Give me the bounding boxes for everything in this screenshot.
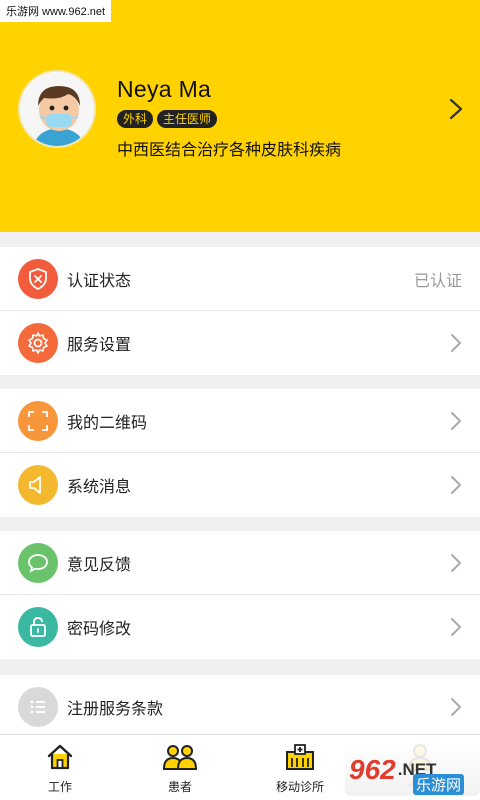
chevron-right-icon — [451, 698, 461, 716]
menu-item-label: 认证状态 — [67, 270, 132, 290]
doctor-name: Neya Ma — [117, 76, 212, 102]
menu-group-1: 认证状态 已认证 服务设置 — [0, 247, 480, 375]
gear-icon — [18, 323, 58, 363]
scan-frame-icon — [18, 401, 58, 441]
tab-label: 移动诊所 — [275, 780, 324, 794]
watermark-top: 乐游网 www.962.net — [0, 0, 112, 22]
menu-item-qrcode[interactable]: 我的二维码 — [0, 389, 480, 453]
watermark-site-name: 乐游网 — [413, 774, 465, 795]
menu-item-system-messages[interactable]: 系统消息 — [0, 453, 480, 517]
chevron-right-icon — [451, 554, 461, 572]
watermark-number: 962 — [349, 754, 396, 785]
tab-label: 患者 — [167, 780, 192, 794]
menu-item-feedback[interactable]: 意见反馈 — [0, 531, 480, 595]
menu-item-label: 服务设置 — [67, 335, 132, 354]
menu-group-2: 我的二维码 系统消息 — [0, 389, 480, 517]
menu-item-service-settings[interactable]: 服务设置 — [0, 311, 480, 375]
home-icon — [42, 742, 78, 772]
menu-item-label: 密码修改 — [67, 619, 132, 638]
tab-mobile-clinic[interactable]: 移动诊所 — [240, 735, 360, 800]
department-tag: 外科 — [117, 110, 154, 128]
list-icon — [18, 687, 58, 727]
menu-item-label: 意见反馈 — [67, 554, 132, 574]
chevron-right-icon — [451, 334, 461, 352]
profile-header[interactable]: Neya Ma 外科 主任医师 中西医结合治疗各种皮肤科疾病 — [0, 0, 480, 232]
title-tag: 主任医师 — [157, 110, 218, 128]
lock-icon — [18, 607, 58, 647]
verification-status: 已认证 — [413, 270, 462, 290]
chevron-right-icon — [451, 476, 461, 494]
chevron-right-icon[interactable] — [446, 97, 466, 121]
menu-item-verification[interactable]: 认证状态 已认证 — [0, 247, 480, 311]
menu-item-change-password[interactable]: 密码修改 — [0, 595, 480, 659]
watermark-logo: 962 .NET 乐游网 — [345, 744, 480, 796]
doctor-description: 中西医结合治疗各种皮肤科疾病 — [117, 140, 342, 159]
tag-list: 外科 主任医师 — [117, 110, 218, 128]
menu-item-label: 我的二维码 — [67, 412, 148, 432]
tab-label: 工作 — [47, 780, 72, 794]
chat-bubble-icon — [18, 543, 58, 583]
avatar — [18, 70, 96, 148]
shield-x-icon — [18, 259, 58, 299]
tab-work[interactable]: 工作 — [0, 735, 120, 800]
tab-patients[interactable]: 患者 — [120, 735, 240, 800]
menu-group-4: 注册服务条款 — [0, 675, 480, 739]
menu-item-label: 系统消息 — [67, 477, 132, 496]
chevron-right-icon — [451, 618, 461, 636]
patients-icon — [162, 742, 198, 772]
menu-item-terms[interactable]: 注册服务条款 — [0, 675, 480, 739]
menu-item-label: 注册服务条款 — [67, 699, 164, 718]
chevron-right-icon — [451, 412, 461, 430]
menu-group-3: 意见反馈 密码修改 — [0, 531, 480, 659]
speaker-icon — [18, 465, 58, 505]
clinic-icon — [282, 742, 318, 772]
